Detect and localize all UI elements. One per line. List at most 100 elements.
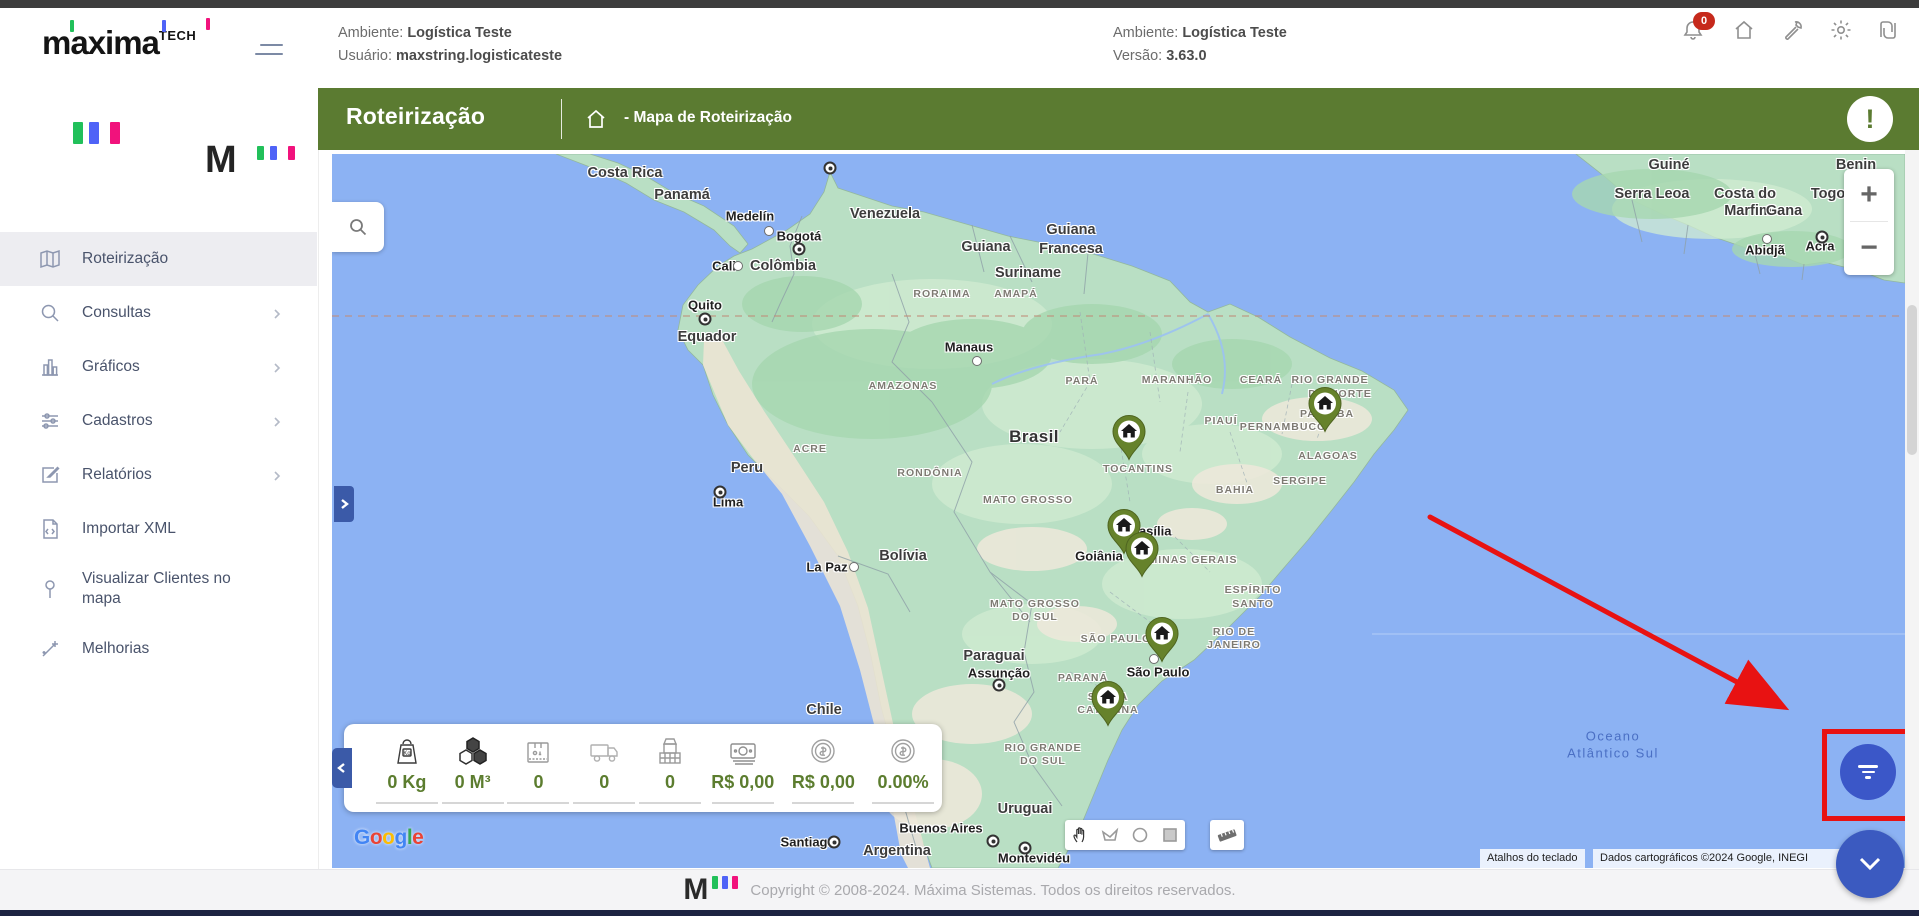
google-logo-letter: e — [412, 826, 424, 849]
stat-value: R$ 0,00 — [791, 771, 855, 792]
city-dot — [986, 834, 1000, 848]
city-dot — [713, 485, 727, 499]
chevron-right-icon — [271, 415, 283, 427]
hamburger-menu-icon[interactable] — [255, 42, 283, 58]
map-label: Brasil — [1009, 427, 1059, 446]
map-label: Equador — [677, 329, 737, 345]
rectangle-tool[interactable] — [1155, 820, 1185, 850]
user-value: maxstring.logisticateste — [396, 48, 563, 64]
page-header-bar: Roteirização - Mapa de Roteirização ! — [318, 88, 1919, 150]
keyboard-shortcuts-button[interactable]: Atalhos do teclado — [1480, 849, 1585, 868]
city-dot — [1762, 234, 1772, 244]
zoom-out-button[interactable]: − — [1844, 222, 1894, 274]
settings-gear-icon[interactable] — [1829, 18, 1853, 42]
sidebar-item-graficos[interactable]: Gráficos — [0, 340, 317, 394]
panel-collapse-circle-button[interactable] — [1836, 830, 1904, 898]
sidebar-item-roteirizacao[interactable]: Roteirização — [0, 232, 317, 286]
chevron-right-icon — [271, 361, 283, 373]
map-label: Francesa — [1039, 241, 1103, 257]
zoom-in-button[interactable]: + — [1844, 169, 1894, 221]
breadcrumb-home-icon[interactable] — [584, 107, 608, 131]
sidebar-item-label: Melhorias — [82, 640, 150, 657]
map-canvas[interactable]: Costa Rica Panamá Venezuela Guiana Guiana Fra… — [332, 154, 1905, 868]
measure-ruler-tool[interactable] — [1210, 820, 1244, 850]
pan-hand-tool[interactable] — [1065, 820, 1095, 850]
page-scrollbar[interactable] — [1905, 150, 1919, 870]
map-pin-icon — [38, 577, 62, 601]
scrollbar-thumb[interactable] — [1907, 305, 1917, 455]
city-dot — [698, 312, 712, 326]
map-label: RIO GRANDE — [1004, 742, 1082, 754]
bottom-dark-strip — [0, 910, 1919, 916]
page-alert-button[interactable]: ! — [1847, 96, 1893, 142]
sidebar-item-relatorios[interactable]: Relatórios — [0, 448, 317, 502]
map-label: PIAUÍ — [1204, 415, 1238, 427]
stat-volume: 0 M³ — [440, 733, 506, 804]
sidebar-item-cadastros[interactable]: Cadastros — [0, 394, 317, 448]
stat-value: 0 Kg — [387, 771, 427, 792]
sidebar-item-label: Consultas — [82, 304, 151, 321]
map-label: MINAS GERAIS — [1148, 554, 1238, 566]
chevron-down-icon — [1859, 857, 1881, 871]
city-dot — [972, 356, 982, 366]
environment-info-left: Ambiente: Logística Teste Usuário: maxst… — [338, 22, 562, 68]
map-label: Togo — [1810, 186, 1846, 202]
logo-m-letter: M — [205, 139, 237, 181]
circle-tool[interactable] — [1125, 820, 1155, 850]
currency-module-icon[interactable] — [1876, 18, 1900, 42]
map-marker-pin[interactable] — [1090, 681, 1126, 732]
sidebar-item-label: Roteirização — [82, 250, 169, 267]
app-root: maximaTECH Ambiente: Logística Teste Usu… — [0, 0, 1919, 916]
map-label: Costa do — [1713, 186, 1777, 202]
map-label: DO SUL — [1012, 611, 1058, 623]
map-marker-pin[interactable] — [1124, 532, 1160, 583]
logo-text: maxima — [42, 24, 160, 61]
stats-panel-collapse-toggle[interactable] — [332, 748, 352, 788]
map-label: Medelín — [725, 208, 775, 224]
header-icons: 0 — [1668, 12, 1900, 48]
stat-value: 0 — [533, 771, 544, 792]
sidebar-item-label: Relatórios — [82, 466, 152, 483]
sidebar-item-label: Visualizar Clientes no mapa — [82, 570, 231, 607]
polygon-tool[interactable] — [1095, 820, 1125, 850]
truck-icon — [586, 733, 622, 769]
environment-info-right: Ambiente: Logística Teste Versão: 3.63.0 — [1113, 22, 1287, 68]
google-logo[interactable]: Google — [354, 826, 424, 850]
chevron-right-icon — [271, 469, 283, 481]
map-marker-pin[interactable] — [1111, 415, 1147, 466]
city-dot — [823, 161, 837, 175]
map-marker-pin[interactable] — [1307, 387, 1343, 438]
google-logo-letter: o — [369, 826, 383, 849]
google-logo-letter: g — [394, 826, 408, 849]
home-icon[interactable] — [1732, 18, 1756, 42]
map-label: RIO GRANDE — [1291, 374, 1369, 386]
map-search-button[interactable] — [332, 202, 384, 252]
google-logo-letter: o — [382, 826, 395, 849]
app-footer: M Copyright © 2008-2024. Máxima Sistemas… — [0, 869, 1919, 910]
map-label: Buenos Aires — [899, 820, 983, 836]
chevron-left-icon — [337, 763, 345, 773]
sidebar-item-consultas[interactable]: Consultas — [0, 286, 317, 340]
notifications-bell-icon[interactable]: 0 — [1681, 12, 1715, 42]
map-label: Chile — [806, 702, 842, 718]
map-label: MATO GROSSO — [983, 494, 1073, 506]
left-panel-toggle[interactable] — [334, 486, 354, 522]
map-label: DO SUL — [1020, 755, 1066, 767]
sidebar-item-visualizar-clientes[interactable]: Visualizar Clientes no mapa — [0, 556, 317, 622]
map-marker-pin[interactable] — [1144, 617, 1180, 668]
env-label: Ambiente: — [338, 25, 404, 41]
version-value: 3.63.0 — [1166, 48, 1207, 64]
map-label: Costa Rica — [587, 165, 663, 181]
sidebar-item-label: Importar XML — [82, 520, 176, 537]
wrench-icon[interactable] — [1781, 18, 1805, 42]
map-label: Argentina — [863, 843, 931, 859]
map-label: JANEIRO — [1207, 639, 1261, 651]
weight-icon: Kg — [390, 733, 424, 769]
stat-value: 0 M³ — [454, 771, 491, 792]
sidebar-logo-bar — [110, 122, 120, 144]
map-label: SANTO — [1232, 598, 1274, 610]
city-dot — [992, 678, 1006, 692]
divider — [561, 99, 562, 139]
sidebar-item-melhorias[interactable]: Melhorias — [0, 622, 317, 676]
sidebar-item-importar-xml[interactable]: Importar XML — [0, 502, 317, 556]
